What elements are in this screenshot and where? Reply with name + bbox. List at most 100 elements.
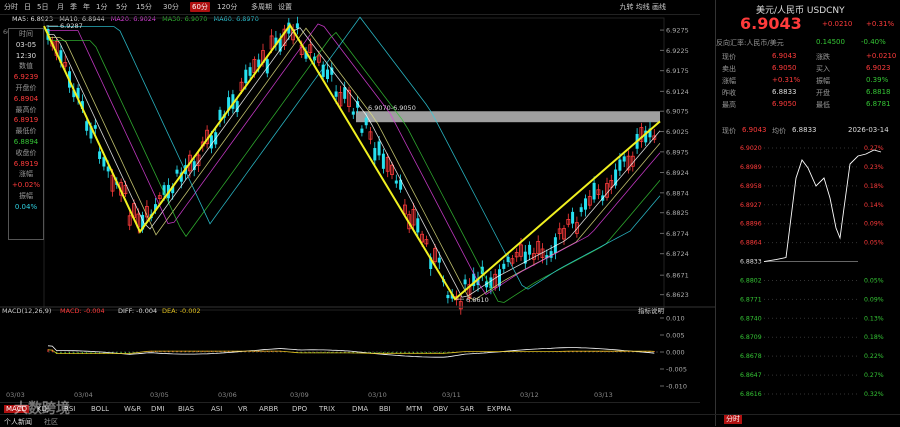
indicator-tab-trix[interactable]: TRIX [319,405,335,413]
info-amp-label: 振幅 [19,191,33,200]
y-tick-label: 6.8724 [666,250,689,258]
indicator-tab-asi[interactable]: ASI [211,405,222,413]
candle-body [93,125,97,129]
candle-body [360,128,364,133]
candle-body [394,180,398,184]
quote-row-label-0: 现价 [722,53,736,61]
toolbar-right-tools[interactable]: 九转 均线 画线 [620,2,666,12]
info-change-label: 涨幅 [19,170,33,179]
mini-left-tick: 6.8896 [740,221,762,228]
macd-tick-label: -0.005 [666,366,687,374]
date-axis: 03/03 03/04 03/05 03/06 03/09 03/10 03/11 03/12… [0,391,700,401]
indicator-tab-boll[interactable]: BOLL [91,405,109,413]
quote-row-label2-4: 最低 [816,101,830,109]
mini-right-tick: 0.18% [864,334,884,341]
y-tick-label: 6.8825 [666,209,689,217]
quote-row-value-3: 6.8833 [772,88,797,96]
candle-body [248,67,252,76]
mini-left-tick: 6.9020 [740,145,762,152]
period-tab-13[interactable]: 设置 [278,2,292,12]
period-tab-0[interactable]: 分时 [4,2,18,12]
ma10-line [48,27,661,301]
period-tab-3[interactable]: 月 [57,2,64,12]
indicator-tab-dpo[interactable]: DPO [292,405,307,413]
candle-body [175,169,179,174]
info-low-label: 最低价 [15,127,37,136]
info-high-label: 最高价 [15,105,37,114]
peak-label: 6.9287 [60,22,83,30]
info-time: 12:30 [15,51,37,60]
indicator-tab-expma[interactable]: EXPMA [487,405,511,413]
info-change: +0.02% [11,181,41,190]
mini-price: 6.9043 [742,126,767,134]
y-tick-label: 6.9275 [666,27,689,35]
period-tab-10[interactable]: 60分 [190,2,210,12]
mini-left-tick: 6.8802 [740,277,762,284]
candle-body [373,148,377,161]
info-date: 03-05 [15,40,37,49]
indicator-tab-dma[interactable]: DMA [352,405,368,413]
quote-row-value2-0: +0.0210 [866,52,897,60]
date-label-8: 03/13 [594,391,613,399]
date-label-7: 03/12 [520,391,539,399]
indicator-tab-wr[interactable]: W&R [124,405,141,413]
ma20-line [48,23,661,296]
indicator-tab-dmi[interactable]: DMI [151,405,165,413]
indicator-tab-sar[interactable]: SAR [460,405,474,413]
period-tab-8[interactable]: 15分 [136,2,152,12]
mini-right-tick: 0.14% [864,202,884,209]
macd-help-button[interactable]: 指标说明 [638,306,665,315]
indicator-tab-mtm[interactable]: MTM [406,405,422,413]
info-open-label: 开盘价 [15,83,37,92]
quote-row-value2-4: 6.8781 [866,100,891,108]
date-label-4: 03/09 [290,391,309,399]
period-tab-4[interactable]: 季 [70,2,77,12]
period-tab-9[interactable]: 30分 [163,2,179,12]
date-label-2: 03/05 [150,391,169,399]
mini-left-tick: 6.8771 [740,296,762,303]
quote-row-label-2: 涨幅 [722,77,736,85]
indicator-tab-vr[interactable]: VR [238,405,248,413]
price-chart[interactable]: 6.9275 6.9225 6.9175 6.9124 6.9075 6.9025 6.89… [0,14,715,392]
candle-body [446,294,450,299]
trough-label: 6.8610 [466,296,489,304]
period-tab-7[interactable]: 5分 [116,2,127,12]
related-pct: -0.40% [861,38,886,46]
watermark: 大数跨境 [14,401,70,417]
quote-price: 6.9043 [740,14,802,33]
period-tab-12[interactable]: 多周期 [251,2,272,12]
quote-panel: 美元/人民币 USDCNY 6.9043 +0.0210 +0.31% 反向汇率… [715,0,900,426]
indicator-tab-bbi[interactable]: BBI [379,405,391,413]
mini-right-tick: 0.05% [864,277,884,284]
mini-left-tick: 6.8647 [740,372,762,379]
macd-dea: DEA: -0.002 [162,307,201,315]
indicator-tab-bias[interactable]: BIAS [178,405,194,413]
candle-body [326,69,329,79]
quote-row-value-0: 6.9043 [772,52,797,60]
y-tick-label: 6.8623 [666,291,689,299]
y-tick-label: 6.9025 [666,128,689,136]
period-tab-6[interactable]: 1分 [96,2,107,12]
info-low: 6.8894 [13,137,39,146]
intraday-mini-chart: 6.9020 0.27% 6.8989 0.23% 6.8958 0.18% 6.8927 0… [740,145,884,398]
resistance-zone-label: 6.9070-6.9050 [368,104,416,112]
period-tab-11[interactable]: 120分 [217,2,237,12]
candle-body [489,277,493,289]
macd-dea-line [47,349,655,354]
candle-body [351,111,355,115]
period-tab-5[interactable]: 年 [83,2,90,12]
y-tick-label: 6.8924 [666,169,689,177]
quote-row-label2-3: 开盘 [816,89,830,97]
period-tab-2[interactable]: 5日 [37,2,48,12]
mini-right-tick: 0.27% [864,372,884,379]
info-high: 6.8919 [13,116,39,125]
related-name[interactable]: 反向汇率:人民币/美元 [716,38,784,48]
indicator-tab-arbr[interactable]: ARBR [259,405,278,413]
ma60-line [48,16,661,290]
mini-left-tick: 6.8709 [740,334,762,341]
indicator-tab-obv[interactable]: OBV [433,405,448,413]
resistance-zone [356,111,660,123]
y-tick-label: 6.9175 [666,67,689,75]
period-tab-1[interactable]: 日 [24,2,31,12]
mini-date: 2026-03-14 [848,126,889,134]
